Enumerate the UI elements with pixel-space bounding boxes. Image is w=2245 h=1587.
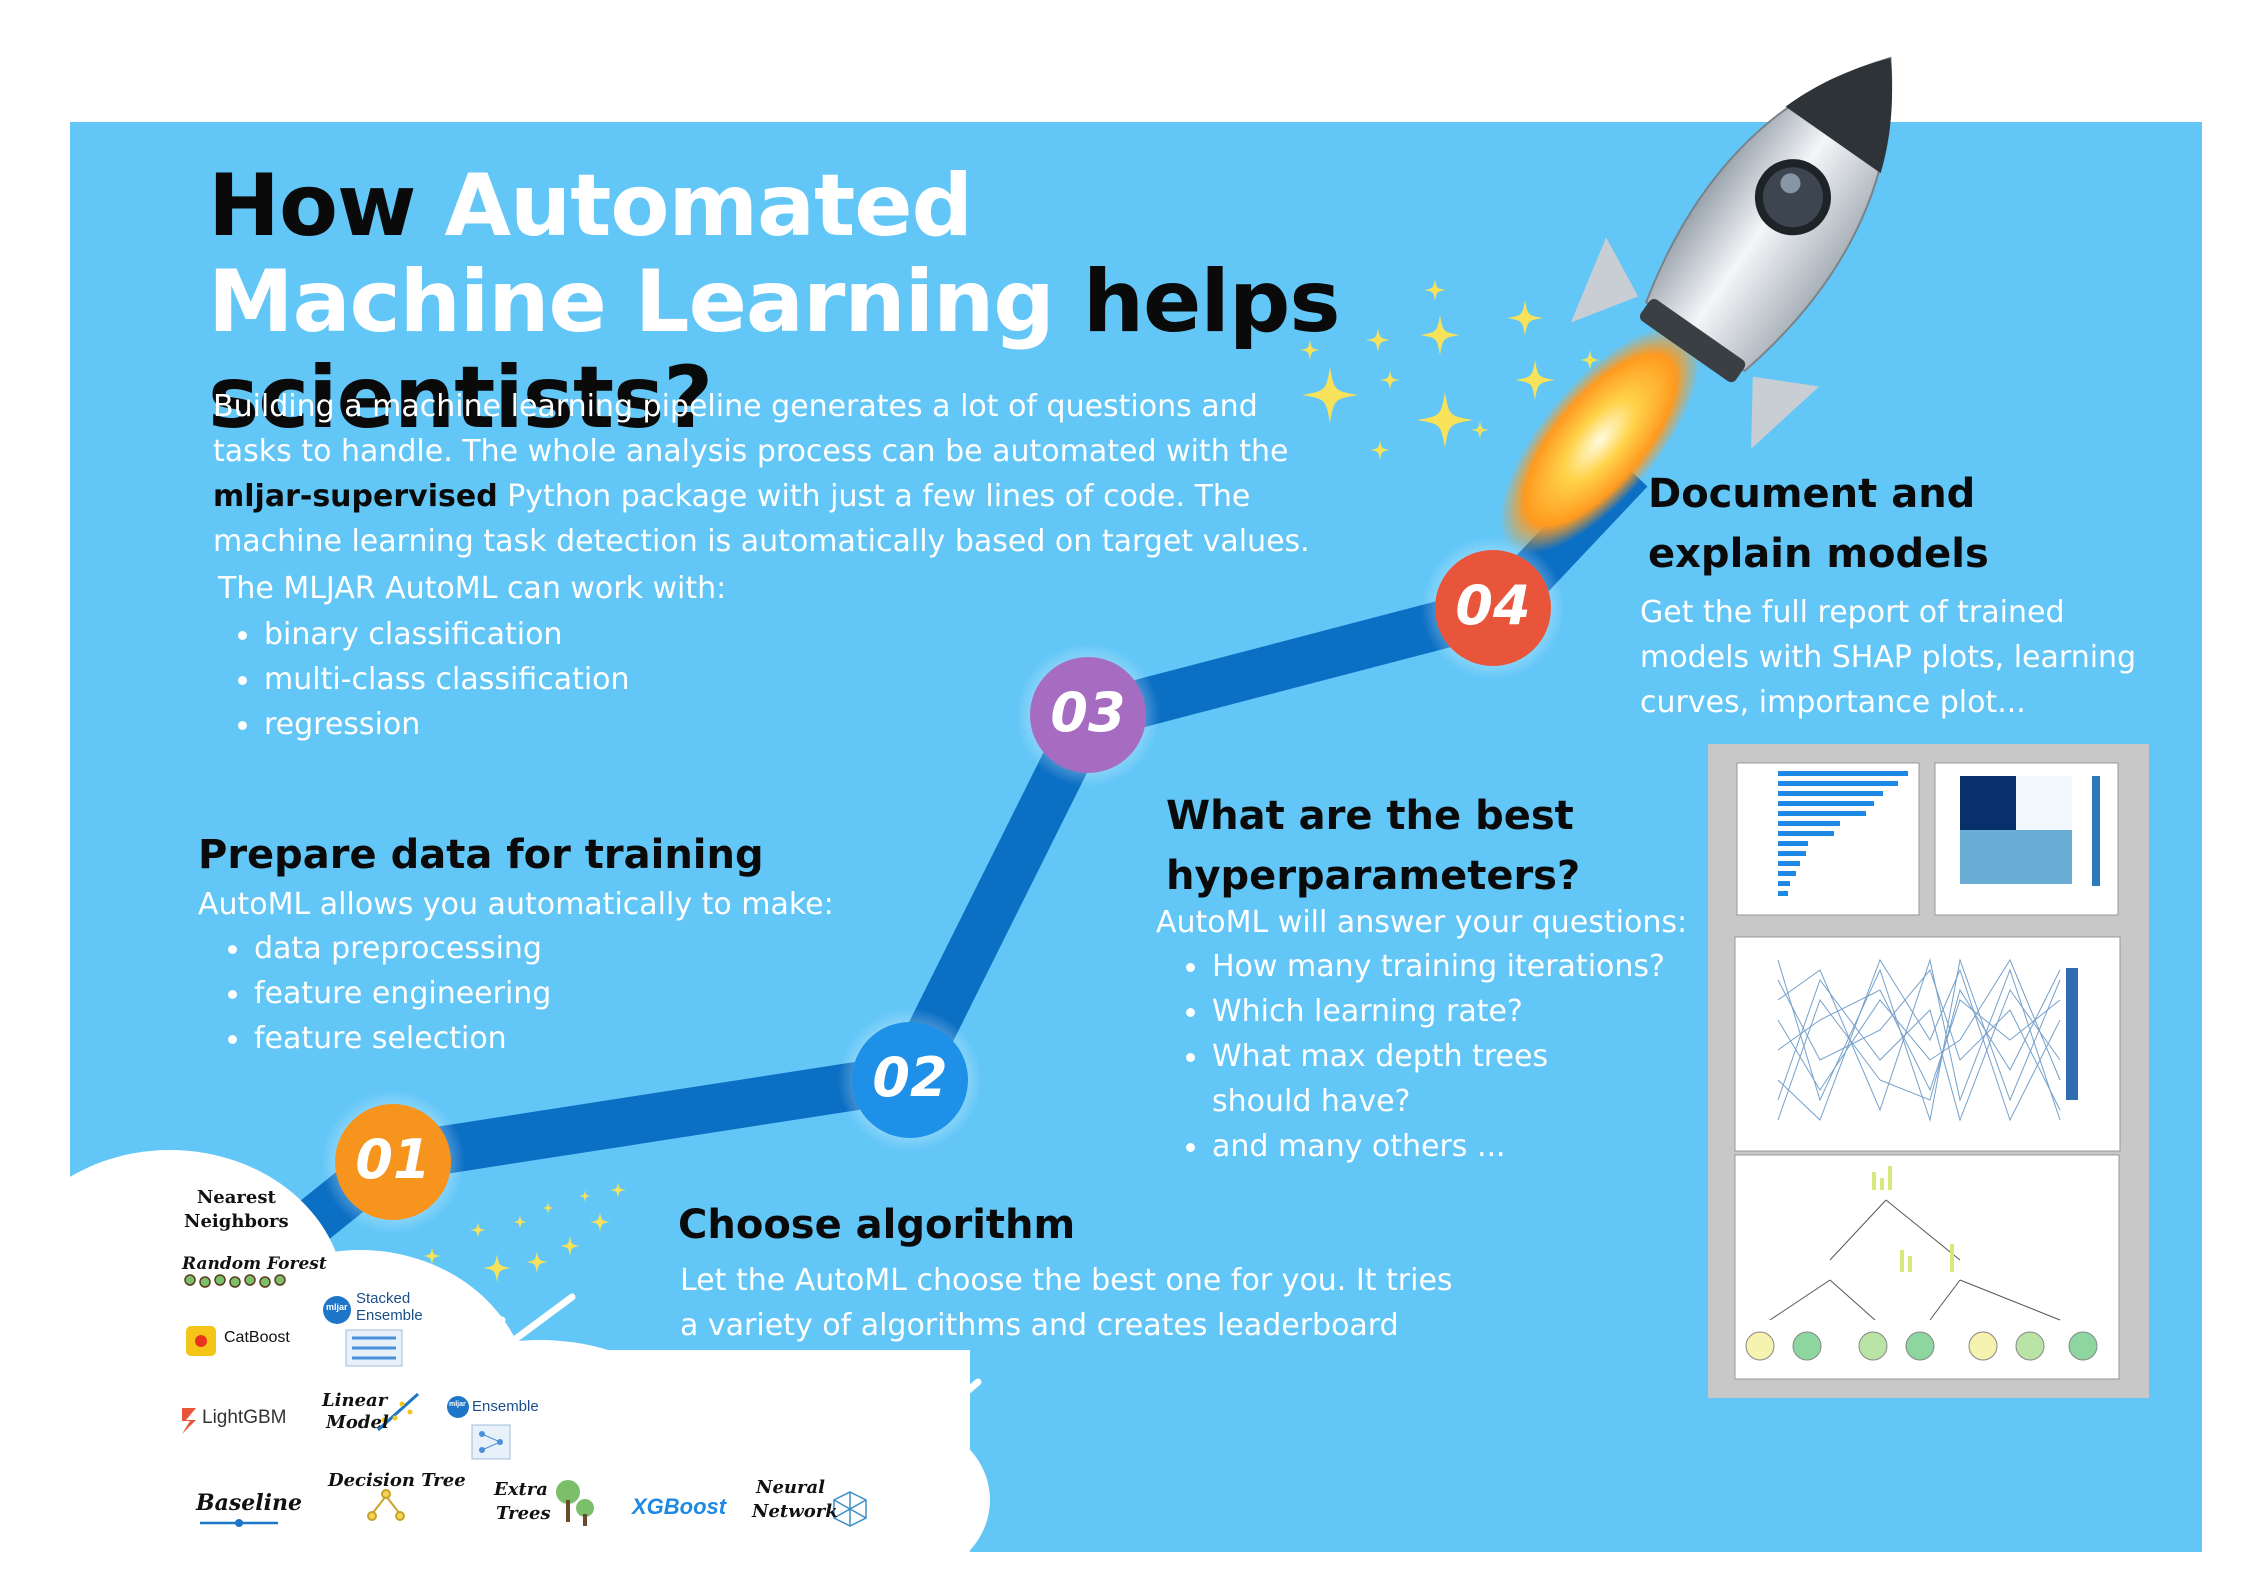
algo-nearest-neighbors: Nearest Neighbors [184,1187,289,1232]
algo-ensemble: Ensemble [472,1398,539,1415]
intro-paragraph: Building a machine learning pipeline gen… [213,384,1313,564]
intro-line: Building a machine learning pipeline gen… [213,389,1258,424]
step-04-heading: Document and explain models [1648,471,1989,577]
decision-tree-thumbnail [1734,1154,2120,1380]
list-item: data preprocessing [222,926,551,971]
step-03-list: How many training iterations? Which lear… [1180,944,1700,1169]
step-04-number: 04 [1455,574,1531,637]
algo-stacked-ensemble: Stacked Ensemble [356,1290,423,1324]
step-01-number: 01 [355,1128,431,1191]
importance-plot-thumbnail [1736,762,1920,916]
algo-catboost: CatBoost [224,1329,290,1346]
title-word: How [208,156,417,256]
step-01-list: data preprocessing feature engineering f… [222,926,551,1061]
algo-neural-network: Neural Network [752,1477,838,1522]
list-item: multi-class classification [232,657,630,702]
intro-line: machine learning task detection is autom… [213,524,1310,559]
list-item: Which learning rate? [1180,989,1700,1034]
algo-xgboost: XGBoost [632,1494,727,1519]
algo-linear-model: Linear Model [322,1390,389,1433]
list-item: feature selection [222,1016,551,1061]
algo-baseline: Baseline [196,1490,302,1516]
algo-ensemble-logo: mljar [449,1401,466,1408]
step-02-text: Let the AutoML choose the best one for y… [680,1263,1453,1388]
intro-line: mljar-supervised Python package with jus… [213,479,1251,514]
list-item: binary classification [232,612,630,657]
algo-random-forest: Random Forest [182,1254,327,1274]
intro-line: tasks to handle. The whole analysis proc… [213,434,1289,469]
step-03-number: 03 [1050,681,1126,744]
algo-lightgbm: LightGBM [202,1407,287,1428]
list-item: How many training iterations? [1180,944,1700,989]
catboost-logo-icon [186,1326,216,1356]
step-02-heading: Choose algorithm [678,1202,1076,1248]
step-01-lead: AutoML allows you automatically to make: [198,887,834,922]
algo-stacked-logo: mljar [326,1302,348,1312]
task-list: binary classification multi-class classi… [232,612,630,747]
works-with-label: The MLJAR AutoML can work with: [218,571,727,606]
parallel-coordinates-thumbnail [1734,936,2121,1152]
list-item: regression [232,702,630,747]
algo-extra-trees: Extra Trees [494,1479,551,1524]
package-name: mljar-supervised [213,479,498,514]
list-item: and many others ... [1180,1124,1700,1169]
list-item: What max depth trees should have? [1180,1034,1652,1124]
algo-decision-tree: Decision Tree [328,1470,466,1491]
step-03-heading: What are the best hyperparameters? [1166,793,1581,899]
confusion-matrix-thumbnail [1934,762,2119,916]
step-03-lead: AutoML will answer your questions: [1156,905,1688,940]
step-04-text: Get the full report of trained models wi… [1640,595,2137,720]
list-item: feature engineering [222,971,551,1016]
step-02-number: 02 [872,1046,948,1109]
step-01-heading: Prepare data for training [198,832,764,878]
